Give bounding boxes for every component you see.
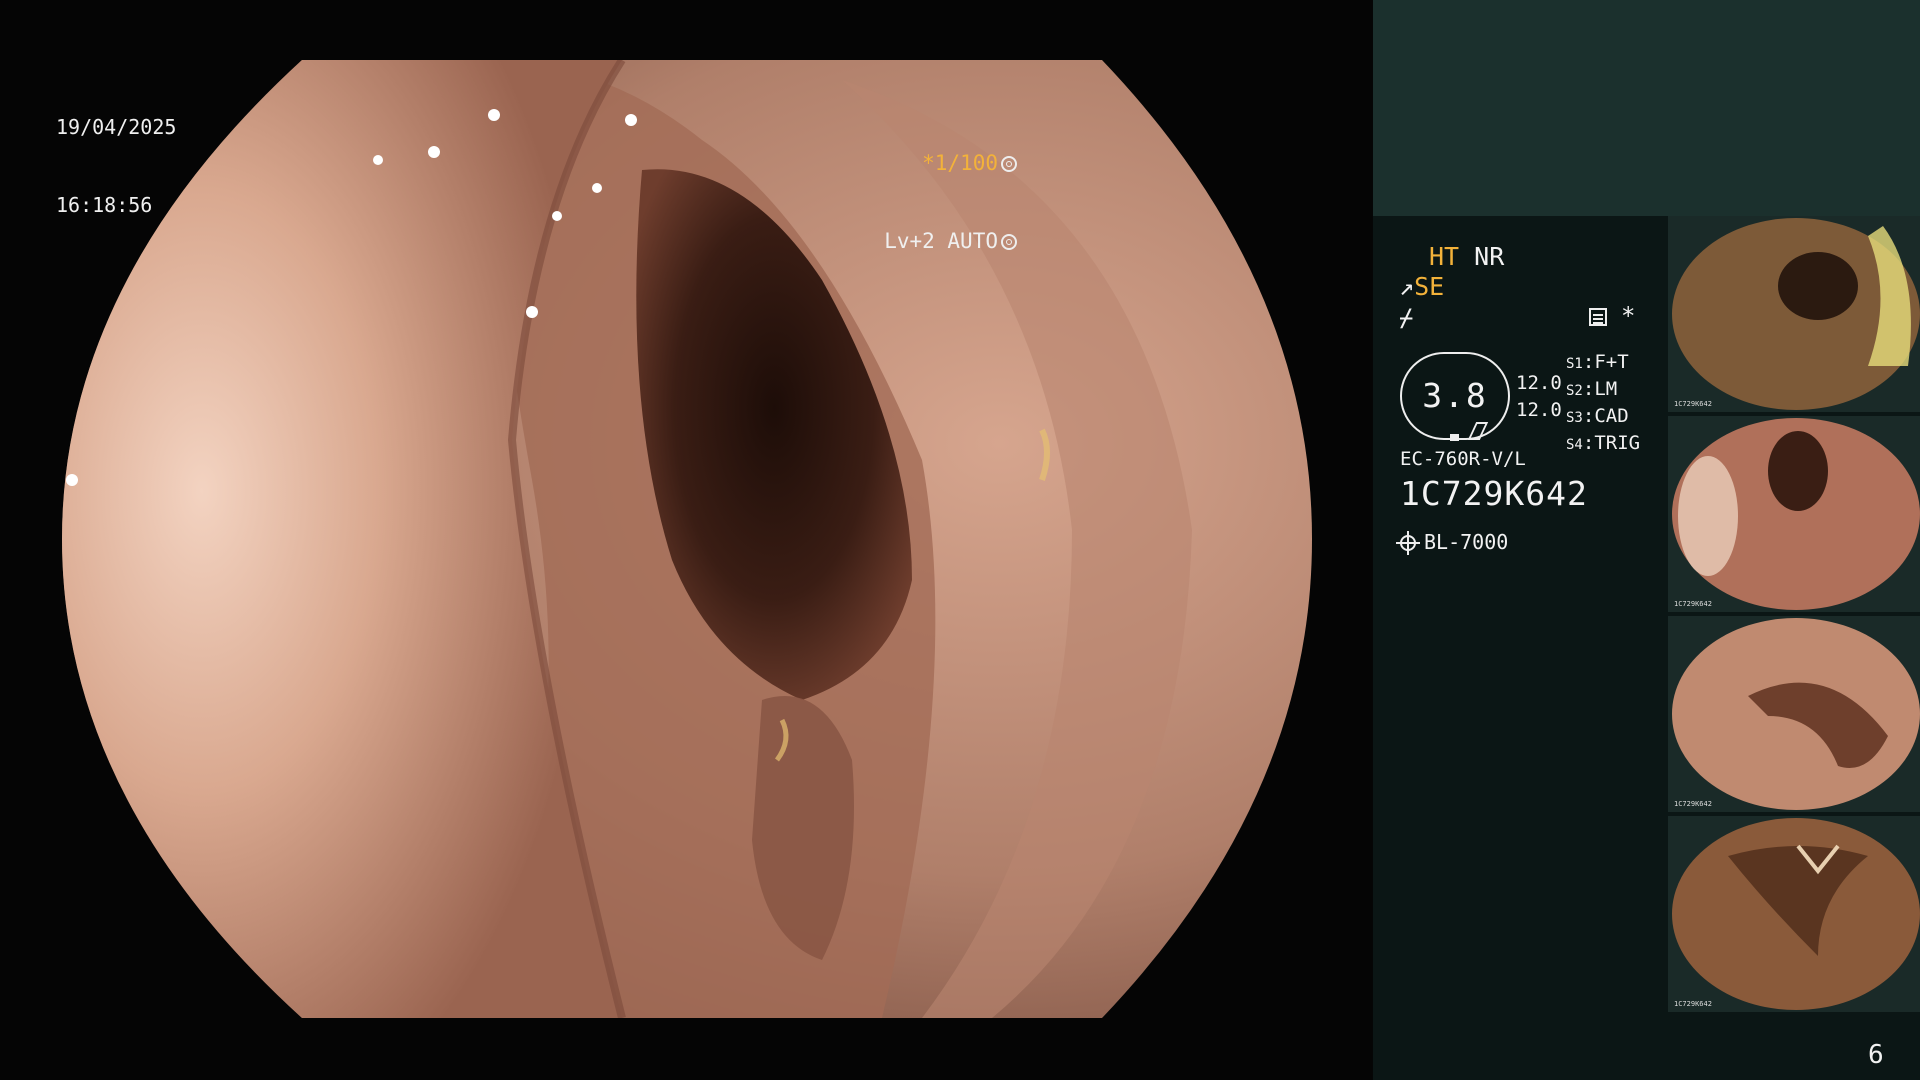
shutter-ring-icon <box>1001 156 1017 172</box>
panel-header-area <box>1373 0 1920 216</box>
se-label: SE <box>1414 272 1445 301</box>
enhance-icon: ↗ <box>1399 272 1415 301</box>
brightness-level: Lv+2 AUTO <box>884 229 998 253</box>
scope-model: EC-760R-V/L <box>1400 448 1526 470</box>
shutter-speed: *1/100 <box>922 151 998 175</box>
se-row: ↗SE <box>1399 272 1444 301</box>
thumbnail-1[interactable]: 1C729K642 <box>1668 216 1920 412</box>
scene-item: S4:TRIG <box>1566 432 1641 454</box>
shutter-info: *1/100 Lv+2 AUTO <box>884 98 1017 306</box>
level-ring-icon <box>1001 234 1017 250</box>
endoscope-viewport: 19/04/2025 16:18:56 *1/100 Lv+2 AUTO <box>0 0 1372 1080</box>
zoom-value-1: 12.0 <box>1516 372 1562 394</box>
thumbnail-4[interactable]: 1C729K642 <box>1668 816 1920 1012</box>
filter-symbol: ⌿ <box>1399 304 1414 332</box>
date-text: 19/04/2025 <box>56 115 177 139</box>
star-marker: * <box>1621 302 1636 330</box>
light-source-label: BL-7000 <box>1424 530 1509 554</box>
ht-label: HT <box>1429 242 1460 271</box>
light-source: BL-7000 <box>1396 530 1509 555</box>
zoom-values: 12.0 12.0 <box>1516 370 1562 424</box>
thumbnail-serial: 1C729K642 <box>1674 400 1712 408</box>
zoom-value-2: 12.0 <box>1516 399 1562 421</box>
zoom-value: 3.8 <box>1422 376 1488 415</box>
scope-serial: 1C729K642 <box>1400 474 1588 513</box>
page-number: 6 <box>1868 1040 1884 1070</box>
timestamp: 19/04/2025 16:18:56 <box>56 62 176 270</box>
nr-label: NR <box>1474 242 1505 271</box>
structure-icon <box>1589 308 1607 326</box>
endoscopic-image <box>62 60 1312 1018</box>
light-source-icon <box>1396 531 1420 555</box>
scene-item: S3:CAD <box>1566 405 1629 427</box>
scene-list: S1:F+T S2:LM S3:CAD S4:TRIG <box>1566 350 1640 458</box>
thumbnail-serial: 1C729K642 <box>1674 800 1712 808</box>
thumbnail-3[interactable]: 1C729K642 <box>1668 616 1920 812</box>
thumbnail-serial: 1C729K642 <box>1674 600 1712 608</box>
scene-item: S2:LM <box>1566 378 1618 400</box>
zoom-indicator: 3.8 <box>1400 352 1510 441</box>
zoom-mark <box>1450 434 1459 441</box>
thumbnail-serial: 1C729K642 <box>1674 1000 1712 1008</box>
thumbnail-2[interactable]: 1C729K642 <box>1668 416 1920 612</box>
time-text: 16:18:56 <box>56 193 153 217</box>
scene-item: S1:F+T <box>1566 351 1629 373</box>
ht-nr-row: HT NR <box>1429 242 1504 271</box>
